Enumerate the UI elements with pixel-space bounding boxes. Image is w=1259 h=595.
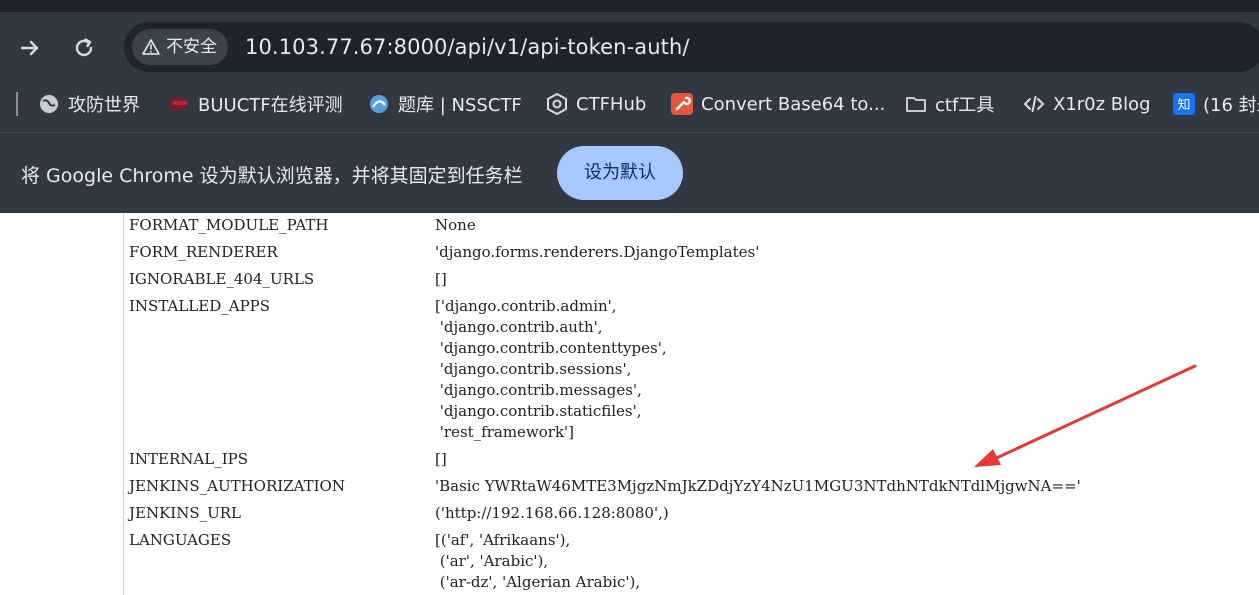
ctfhub-icon bbox=[546, 92, 568, 116]
bookmark-x1r0z-blog[interactable]: X1r0z Blog bbox=[1023, 90, 1151, 118]
reload-icon[interactable] bbox=[70, 34, 98, 62]
set-default-button[interactable]: 设为默认 bbox=[557, 146, 683, 200]
bookmark-nssctf[interactable]: 题库 | NSSCTF bbox=[368, 90, 522, 118]
bookmarks-bar: 攻防世界 BUUCTF在线评测 题库 | NSSCTF CTFHub Conve… bbox=[0, 80, 1259, 132]
bookmark-label: CTFHub bbox=[576, 93, 647, 115]
bookmark-label: Convert Base64 to... bbox=[701, 93, 886, 115]
address-bar[interactable]: 不安全 10.103.77.67:8000/api/v1/api-token-a… bbox=[124, 22, 1259, 72]
url-text[interactable]: 10.103.77.67:8000/api/v1/api-token-auth/ bbox=[245, 34, 690, 60]
bookmark-ctfhub[interactable]: CTFHub bbox=[546, 90, 646, 118]
bookmarks-separator bbox=[16, 92, 18, 116]
title-bar bbox=[0, 0, 1259, 12]
bookmark-label: 攻防世界 bbox=[68, 95, 140, 116]
annotation-arrow bbox=[974, 364, 1197, 467]
warning-triangle-icon bbox=[142, 38, 160, 56]
bookmark-label: ctf工具 bbox=[935, 95, 995, 116]
code-icon bbox=[1023, 93, 1045, 115]
security-chip[interactable]: 不安全 bbox=[132, 29, 228, 65]
nssctf-icon bbox=[368, 93, 390, 115]
bookmark-label: 题库 | NSSCTF bbox=[398, 95, 522, 116]
bookmark-convert-base64[interactable]: Convert Base64 to... bbox=[671, 90, 885, 118]
bookmark-buuctf[interactable]: BUUCTF在线评测 bbox=[168, 90, 343, 118]
wrench-icon bbox=[671, 93, 693, 115]
bookmark-zhihu[interactable]: 知 (16 封未 bbox=[1173, 90, 1259, 118]
infobar-message: 将 Google Chrome 设为默认浏览器，并将其固定到任务栏 bbox=[21, 165, 523, 187]
svg-text:知: 知 bbox=[1177, 97, 1190, 113]
bookmark-label: BUUCTF在线评测 bbox=[198, 95, 343, 116]
browser-toolbar: 不安全 10.103.77.67:8000/api/v1/api-token-a… bbox=[0, 12, 1259, 80]
buuctf-icon bbox=[168, 93, 190, 115]
bookmark-gongfang[interactable]: 攻防世界 bbox=[38, 90, 140, 118]
bookmark-ctf-tools[interactable]: ctf工具 bbox=[905, 90, 994, 118]
default-browser-infobar: 将 Google Chrome 设为默认浏览器，并将其固定到任务栏 设为默认 bbox=[0, 132, 1259, 213]
page-content: FORMAT_MODULE_PATH None FORM_RENDERER'djan… bbox=[0, 213, 1259, 595]
forward-arrow-icon[interactable] bbox=[16, 34, 44, 62]
security-label: 不安全 bbox=[166, 37, 217, 57]
bookmark-label: (16 封未 bbox=[1203, 95, 1259, 116]
folder-icon bbox=[905, 93, 927, 115]
globe-icon bbox=[38, 93, 60, 115]
zhihu-icon: 知 bbox=[1173, 93, 1195, 115]
bookmark-label: X1r0z Blog bbox=[1053, 93, 1151, 115]
